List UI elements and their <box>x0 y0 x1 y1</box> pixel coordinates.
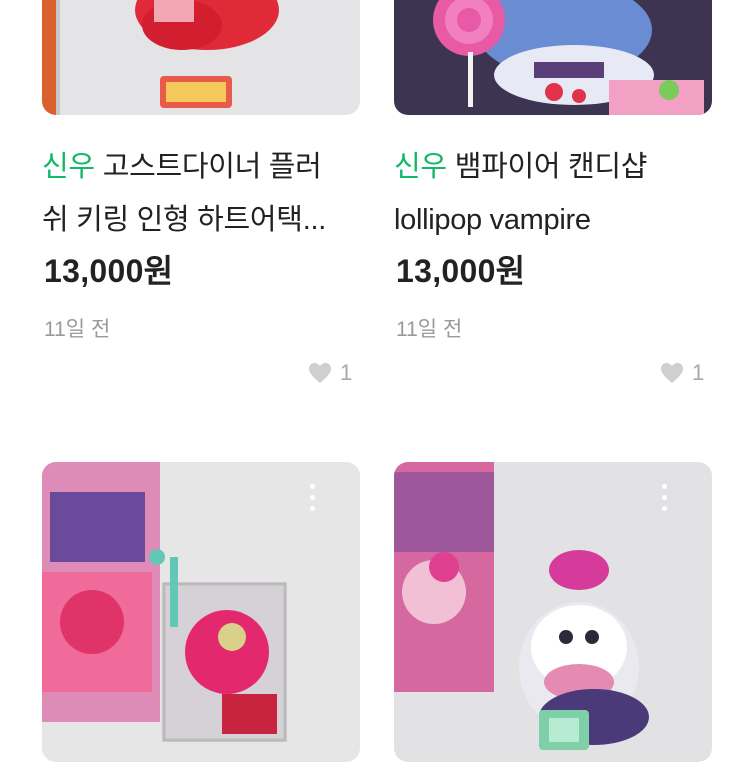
like-count-value: 1 <box>692 360 705 385</box>
title-line-1: 고스트다이너 플러 <box>102 151 322 183</box>
posted-date: 11일 전 <box>44 318 111 341</box>
more-options-button[interactable] <box>310 484 315 511</box>
product-thumbnail[interactable] <box>42 0 360 115</box>
title-line-2: 쉬 키링 인형 하트어택... <box>42 204 326 236</box>
product-thumbnail[interactable] <box>394 0 712 115</box>
title-line-2: lollipop vampire <box>394 204 591 236</box>
product-price: 13,000원 <box>396 253 526 289</box>
like-count[interactable]: 1 <box>308 360 352 386</box>
more-vertical-icon <box>310 484 315 489</box>
product-price: 13,000원 <box>44 253 174 289</box>
shop-name: 신우 <box>42 151 95 183</box>
product-title[interactable]: 신우 고스트다이너 플러 쉬 키링 인형 하트어택... <box>42 141 360 247</box>
title-line-1: 뱀파이어 캔디샵 <box>454 151 648 183</box>
shop-name: 신우 <box>394 151 447 183</box>
product-thumbnail[interactable] <box>394 462 712 762</box>
posted-date: 11일 전 <box>396 318 463 341</box>
more-options-button[interactable] <box>662 484 668 511</box>
heart-icon[interactable] <box>308 362 332 384</box>
product-title[interactable]: 신우 뱀파이어 캔디샵 lollipop vampire <box>394 141 712 247</box>
like-count[interactable]: 1 <box>660 360 704 386</box>
like-count-value: 1 <box>340 360 353 385</box>
more-vertical-icon <box>662 484 667 489</box>
heart-icon[interactable] <box>660 362 684 384</box>
